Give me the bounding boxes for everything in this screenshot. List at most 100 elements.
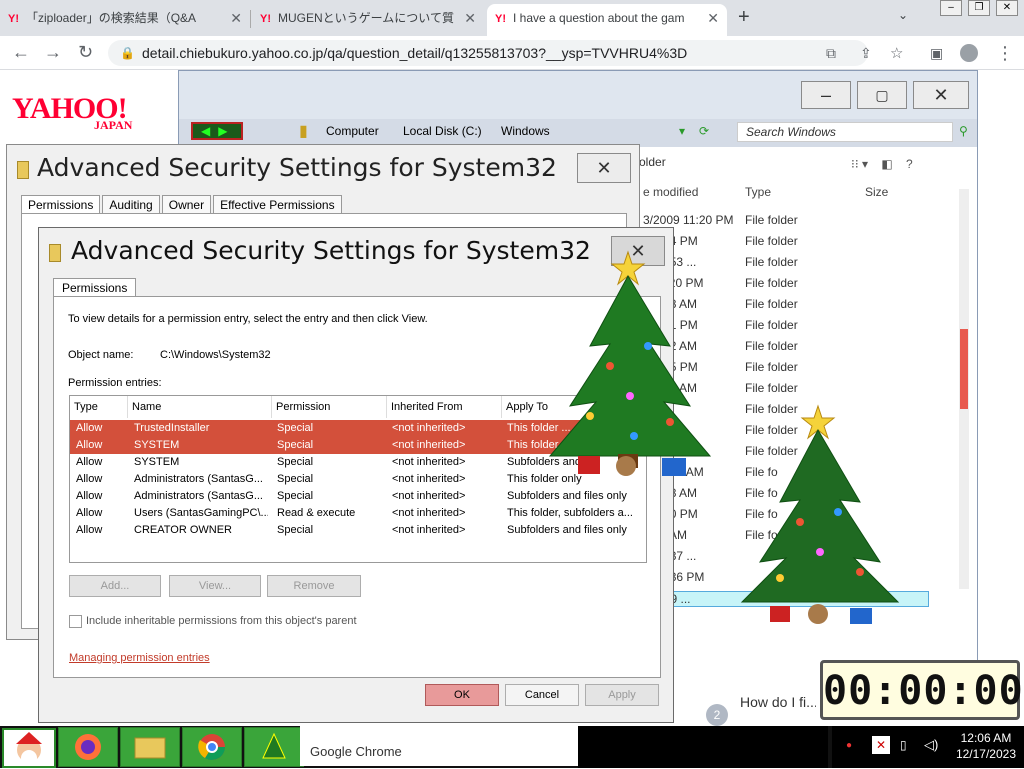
file-type: File folder xyxy=(745,276,798,290)
folder-icon xyxy=(49,244,61,262)
restore-icon[interactable]: ❐ xyxy=(968,0,990,16)
forward-arrow-icon[interactable]: ▶ xyxy=(218,124,227,138)
tray-clock[interactable]: 12:06 AM 12/17/2023 xyxy=(956,730,1016,762)
translate-icon[interactable]: ⧉ xyxy=(826,45,836,62)
close-tab-icon[interactable]: ✕ xyxy=(464,4,476,32)
entry-type: Allow xyxy=(76,456,103,468)
explorer-navbar: ◀ ▶ ▮ Computer Local Disk (C:) Windows ▾ … xyxy=(189,121,969,143)
folder-icon xyxy=(17,161,29,179)
start-button[interactable] xyxy=(2,728,56,768)
managing-permissions-link[interactable]: Managing permission entries xyxy=(69,652,210,664)
close-icon[interactable]: ✕ xyxy=(577,153,631,183)
dialog-tabs: Permissions Auditing Owner Effective Per… xyxy=(21,195,342,214)
reload-icon[interactable]: ↻ xyxy=(78,42,93,63)
maximize-icon[interactable]: ▢ xyxy=(857,81,907,109)
taskbar-chrome[interactable] xyxy=(182,727,242,767)
taskbar-tree-app[interactable] xyxy=(244,727,304,767)
share-icon[interactable]: ⇪ xyxy=(860,45,872,62)
chevron-down-icon[interactable]: ⌄ xyxy=(898,8,908,22)
file-row[interactable]: 3/2009 11:20 PM File folder xyxy=(643,213,845,227)
minimize-icon[interactable]: – xyxy=(801,81,851,109)
entry-name: CREATOR OWNER xyxy=(134,524,232,536)
ok-button[interactable]: OK xyxy=(425,684,499,706)
taskbar-active-window[interactable]: Google Chrome xyxy=(300,726,580,766)
browser-toolbar: ← → ↻ 🔒 detail.chiebukuro.yahoo.co.jp/qa… xyxy=(0,36,1024,70)
url-text: detail.chiebukuro.yahoo.co.jp/qa/questio… xyxy=(142,45,688,61)
nav-arrows[interactable]: ◀ ▶ xyxy=(191,122,243,140)
kebab-menu-icon[interactable]: ⋮ xyxy=(996,43,1014,64)
scrollbar-thumb[interactable] xyxy=(960,329,968,409)
profile-avatar[interactable] xyxy=(960,44,978,62)
address-bar[interactable]: 🔒 detail.chiebukuro.yahoo.co.jp/qa/quest… xyxy=(108,40,868,66)
taskbar-explorer[interactable] xyxy=(120,727,180,767)
breadcrumb-local-disk[interactable]: Local Disk (C:) xyxy=(403,124,482,138)
breadcrumb-windows[interactable]: Windows xyxy=(501,124,550,138)
new-tab-icon[interactable]: + xyxy=(738,6,750,29)
back-arrow-icon[interactable]: ◀ xyxy=(201,124,210,138)
permission-row[interactable]: Allow Administrators (SantasG... Special <n… xyxy=(70,488,646,505)
close-tab-icon[interactable]: ✕ xyxy=(230,4,242,32)
close-icon[interactable]: ✕ xyxy=(913,81,969,109)
taskbar-firefox[interactable] xyxy=(58,727,118,767)
santa-icon xyxy=(16,732,42,766)
tab-title: I have a question about the gam xyxy=(513,11,685,25)
battery-icon[interactable]: ▯ xyxy=(900,738,907,752)
entry-type: Allow xyxy=(76,524,103,536)
entry-type: Allow xyxy=(76,490,103,502)
back-arrow-icon[interactable]: ← xyxy=(12,42,30,63)
column-inherited-from[interactable]: Inherited From xyxy=(387,396,502,418)
column-permission[interactable]: Permission xyxy=(272,396,387,418)
entry-type: Allow xyxy=(76,439,103,451)
column-type[interactable]: Type xyxy=(70,396,128,418)
tab-owner[interactable]: Owner xyxy=(161,195,212,214)
close-window-icon[interactable]: ✕ xyxy=(996,0,1018,16)
minimize-icon[interactable]: – xyxy=(940,0,962,16)
dialog-title: Advanced Security Settings for System32 xyxy=(37,153,557,182)
tab-ziploader[interactable]: Y! 「ziploader」の検索結果（Q&A ✕ xyxy=(0,4,250,36)
inherit-checkbox[interactable] xyxy=(69,615,82,628)
breadcrumb-computer[interactable]: Computer xyxy=(326,124,379,138)
refresh-icon[interactable]: ⟳ xyxy=(699,124,709,138)
add-button[interactable]: Add... xyxy=(69,575,161,597)
entry-permission: Special xyxy=(277,439,314,451)
tab-question-active[interactable]: Y! I have a question about the gam ✕ xyxy=(487,4,727,36)
yahoo-favicon-icon: Y! xyxy=(260,13,271,25)
volume-icon[interactable]: ◁) xyxy=(924,737,938,753)
search-icon[interactable]: ⚲ xyxy=(959,124,968,138)
related-question-link[interactable]: How do I fi... Fortnite? I would like so… xyxy=(740,694,816,710)
entry-name: SYSTEM xyxy=(134,439,180,451)
column-size[interactable]: Size xyxy=(865,185,888,199)
tab-permissions[interactable]: Permissions xyxy=(53,278,137,297)
file-type: File folder xyxy=(745,234,798,248)
apply-button[interactable]: Apply xyxy=(585,684,659,706)
cancel-button[interactable]: Cancel xyxy=(505,684,579,706)
bookmark-star-icon[interactable]: ☆ xyxy=(890,44,903,62)
object-name-value: C:\Windows\System32 xyxy=(160,349,271,361)
close-tab-icon[interactable]: ✕ xyxy=(707,4,719,32)
tab-mugen[interactable]: Y! MUGENというゲームについて質 ✕ xyxy=(252,4,484,36)
tree-icon xyxy=(262,732,286,759)
dropdown-icon[interactable]: ▾ xyxy=(679,124,685,138)
dialog-title: Advanced Security Settings for System32 xyxy=(71,236,591,265)
tab-permissions[interactable]: Permissions xyxy=(21,195,101,214)
permission-row[interactable]: Allow CREATOR OWNER Special <not inherited>… xyxy=(70,522,646,539)
permission-row[interactable]: Allow Users (SantasGamingPC\... Read & exe… xyxy=(70,505,646,522)
forward-arrow-icon[interactable]: → xyxy=(44,42,62,63)
view-button[interactable]: View... xyxy=(169,575,261,597)
entry-apply-to: Subfolders and files only xyxy=(507,490,627,502)
chrome-icon xyxy=(198,734,226,761)
record-icon[interactable]: ● xyxy=(846,740,852,751)
column-date[interactable]: e modified xyxy=(643,185,698,199)
tab-auditing[interactable]: Auditing xyxy=(102,195,160,214)
remove-button[interactable]: Remove xyxy=(267,575,361,597)
network-error-icon[interactable]: ✕ xyxy=(872,736,890,754)
countdown-clock-widget[interactable]: 00:00:00 xyxy=(820,660,1023,720)
sidepanel-icon[interactable]: ▣ xyxy=(930,45,943,62)
tab-effective-permissions[interactable]: Effective Permissions xyxy=(213,195,342,214)
view-options-icon[interactable]: ⁝⁝ ▾ ◧ ? xyxy=(851,157,913,171)
explorer-search-input[interactable]: Search Windows xyxy=(737,122,953,142)
column-name[interactable]: Name xyxy=(128,396,272,418)
entry-inherited-from: <not inherited> xyxy=(392,524,466,536)
column-type[interactable]: Type xyxy=(745,185,771,199)
explorer-scrollbar[interactable] xyxy=(959,189,969,589)
